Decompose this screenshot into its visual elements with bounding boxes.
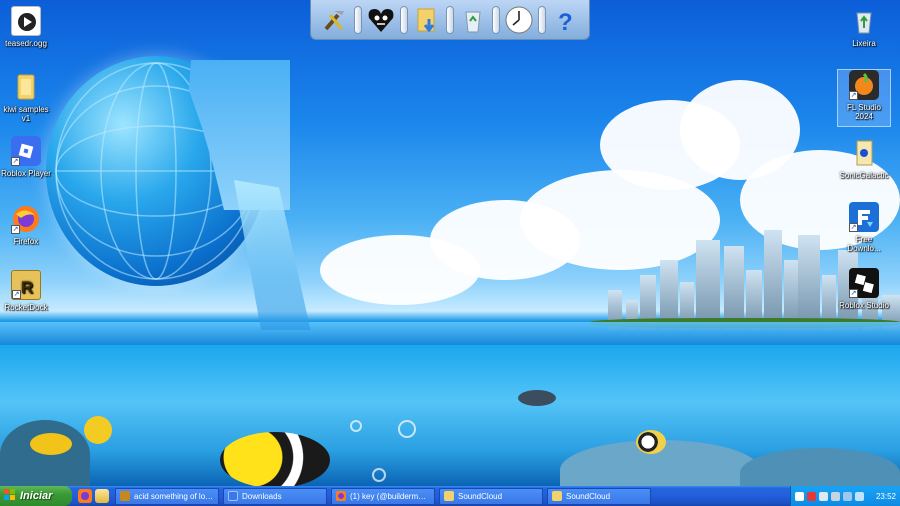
taskbar-button[interactable]: SoundCloud xyxy=(547,487,651,505)
waterfall xyxy=(234,180,311,330)
dock-separator xyxy=(353,5,362,34)
striped-fish xyxy=(636,430,666,454)
desktop-icon-label: Lixeira xyxy=(852,39,876,48)
clock[interactable]: 23:52 xyxy=(876,492,896,501)
desktop-icon-teasedr[interactable]: teasedr.ogg xyxy=(0,6,52,48)
bubble xyxy=(372,468,386,482)
desktop-icon-label: Free Downlo... xyxy=(847,235,881,253)
desktop-icon-label: kiwi samples v1 xyxy=(3,105,49,123)
dock-separator xyxy=(538,5,547,34)
firefox-icon[interactable] xyxy=(78,489,92,503)
clock-icon[interactable] xyxy=(503,4,535,36)
folder-icon xyxy=(444,491,454,501)
taskbar-button[interactable]: (1) key (@buildermany... xyxy=(331,487,435,505)
start-label: Iniciar xyxy=(20,490,53,502)
folder-icon xyxy=(11,72,41,102)
roblox-icon: ↗ xyxy=(11,136,41,166)
recycle-bin-icon xyxy=(849,6,879,36)
folder-icon xyxy=(552,491,562,501)
explorer-icon[interactable] xyxy=(95,489,109,503)
desktop-icon-label: FL Studio 2024 xyxy=(847,103,881,121)
desktop-icon-sonicgalactic[interactable]: SonicGalactic xyxy=(838,138,890,180)
yellow-fish xyxy=(30,433,72,455)
taskbar-button[interactable]: SoundCloud xyxy=(439,487,543,505)
desktop-icon-label: Roblox Studio xyxy=(839,301,889,310)
desktop-icon-label: Roblox Player xyxy=(1,169,51,178)
desktop-wallpaper xyxy=(0,0,900,486)
firefox-icon: ↗ xyxy=(11,204,41,234)
angelfish xyxy=(220,432,330,486)
desktop-icon-rocketdock[interactable]: R ↗ RocketDock xyxy=(0,270,52,312)
cloud xyxy=(320,235,480,305)
desktop-icon-label: RocketDock xyxy=(4,303,48,312)
desktop-icon-label: Firefox xyxy=(13,237,39,246)
heart-skull-icon[interactable] xyxy=(365,4,397,36)
media-icon xyxy=(120,491,130,501)
desktop-icon-kiwi-samples[interactable]: kiwi samples v1 xyxy=(0,72,52,123)
dock-separator xyxy=(445,5,454,34)
windows-logo-icon xyxy=(4,488,16,504)
taskbar-button[interactable]: acid something of love ... xyxy=(115,487,219,505)
tray-volume-icon[interactable] xyxy=(843,491,852,501)
desktop-icon-free-download[interactable]: ↗ Free Downlo... xyxy=(838,202,890,253)
tray-network-icon[interactable] xyxy=(831,491,840,501)
dock-separator xyxy=(399,5,408,34)
tray-wifi-icon[interactable] xyxy=(855,491,864,501)
taskbar-button-label: (1) key (@buildermany... xyxy=(350,491,430,501)
bubble xyxy=(398,420,416,438)
svg-text:R: R xyxy=(21,278,33,297)
taskbar-button-label: Downloads xyxy=(242,491,282,501)
taskbar-button-label: SoundCloud xyxy=(566,491,611,501)
desktop-icon-label: SonicGalactic xyxy=(839,171,889,180)
audio-file-icon xyxy=(11,6,41,36)
roblox-studio-icon: ↗ xyxy=(849,268,879,298)
download-icon xyxy=(228,491,238,501)
folder-download-icon[interactable] xyxy=(411,4,443,36)
svg-text:?: ? xyxy=(558,9,573,35)
taskbar: Iniciar acid something of love ... Downl… xyxy=(0,486,900,506)
dock-separator xyxy=(492,5,501,34)
yellow-fish xyxy=(84,416,112,444)
tray-usb-icon[interactable] xyxy=(819,491,828,501)
rocketdock-bar: ? xyxy=(310,0,590,40)
quick-launch xyxy=(72,486,115,506)
taskbar-button[interactable]: Downloads xyxy=(223,487,327,505)
fl-studio-icon: ↗ xyxy=(849,70,879,100)
free-download-icon: ↗ xyxy=(849,202,879,232)
tools-icon[interactable] xyxy=(319,4,351,36)
system-tray: 23:52 xyxy=(790,486,900,506)
taskbar-button-label: SoundCloud xyxy=(458,491,503,501)
desktop-icon-lixeira[interactable]: Lixeira xyxy=(838,6,890,48)
tray-monitor-icon[interactable] xyxy=(795,491,804,501)
sonic-icon xyxy=(849,138,879,168)
dark-fish xyxy=(518,390,556,406)
desktop-icon-fl-studio[interactable]: ↗ FL Studio 2024 xyxy=(837,69,891,127)
bubble xyxy=(350,420,362,432)
desktop-icon-label: teasedr.ogg xyxy=(5,39,47,48)
recycle-bin-icon[interactable] xyxy=(457,4,489,36)
start-button[interactable]: Iniciar xyxy=(0,486,72,506)
desktop-icon-roblox-player[interactable]: ↗ Roblox Player xyxy=(0,136,52,178)
tray-security-icon[interactable] xyxy=(807,491,816,501)
help-icon[interactable]: ? xyxy=(549,4,581,36)
desktop-icon-roblox-studio[interactable]: ↗ Roblox Studio xyxy=(838,268,890,310)
taskbar-button-label: acid something of love ... xyxy=(134,491,214,501)
firefox-icon xyxy=(336,491,346,501)
desktop-icon-firefox[interactable]: ↗ Firefox xyxy=(0,204,52,246)
rocketdock-icon: R ↗ xyxy=(11,270,41,300)
